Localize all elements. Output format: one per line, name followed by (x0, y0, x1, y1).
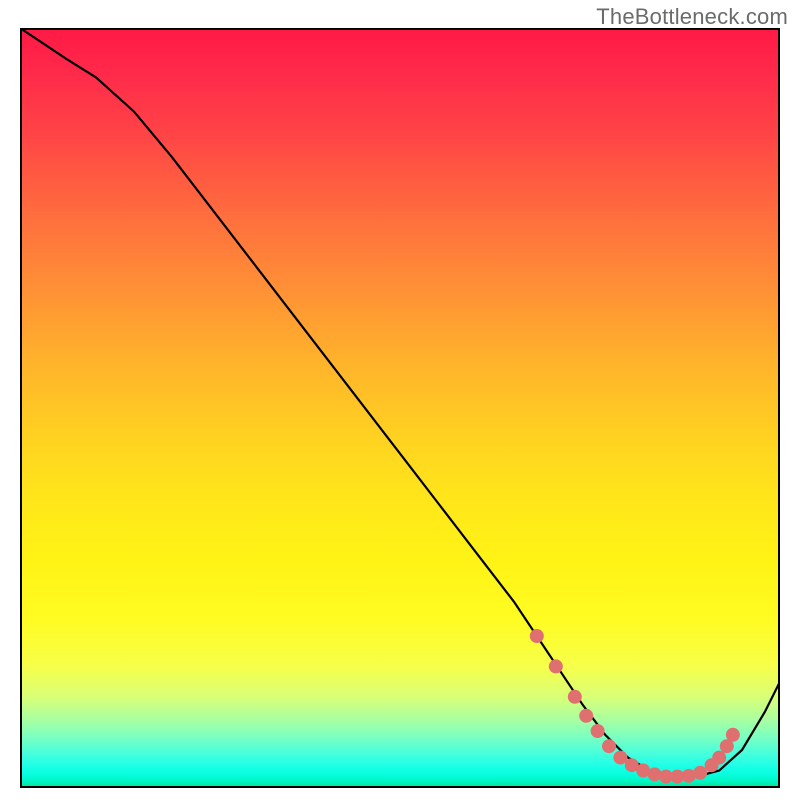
watermark-text: TheBottleneck.com (596, 4, 788, 30)
highlight-dot (712, 751, 726, 765)
highlight-dot (602, 739, 616, 753)
highlight-dot (530, 629, 544, 643)
highlight-dot (579, 709, 593, 723)
highlight-dot (549, 659, 563, 673)
chart-canvas: TheBottleneck.com (0, 0, 800, 800)
highlight-dot (726, 728, 740, 742)
highlight-dot (568, 690, 582, 704)
plot-area (20, 28, 780, 788)
highlight-dot (591, 724, 605, 738)
dots-svg (20, 28, 780, 788)
highlight-dot (613, 751, 627, 765)
highlight-dot (693, 766, 707, 780)
highlight-dots (530, 629, 740, 784)
